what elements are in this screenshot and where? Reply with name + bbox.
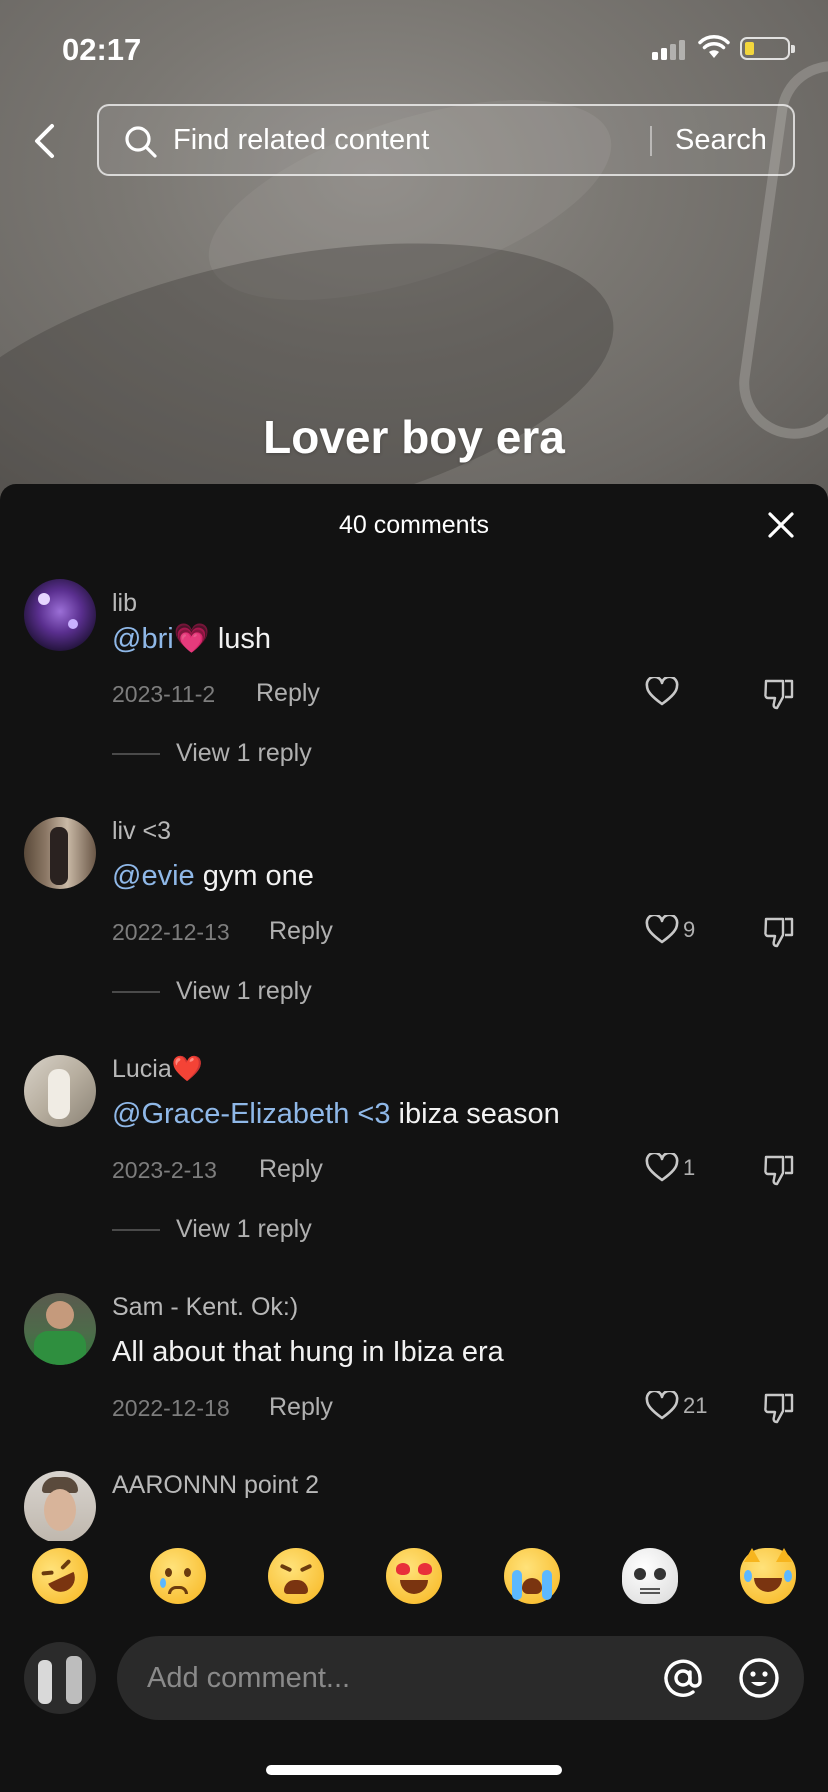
reply-button[interactable]: Reply (269, 1393, 333, 1422)
heart-outline-icon (645, 1391, 679, 1420)
search-icon (125, 126, 157, 158)
comment-date: 2022-12-18 (112, 1395, 230, 1421)
search-divider (650, 126, 652, 156)
red-heart-emoji: ❤️ (171, 1055, 203, 1083)
like-count: 1 (683, 1155, 696, 1180)
view-replies-button[interactable]: View 1 reply (112, 739, 312, 768)
comment-input-row (0, 1636, 828, 1720)
avatar[interactable] (24, 1055, 96, 1127)
comment-text: @evie gym one (112, 860, 314, 893)
comment-body: gym one (194, 860, 314, 892)
comment-date: 2022-12-13 (112, 919, 230, 945)
battery-icon (740, 37, 795, 60)
comment-mention[interactable]: @Grace-Elizabeth <3 (112, 1098, 391, 1130)
heart-outline-icon (645, 915, 679, 944)
comment-username[interactable]: lib (112, 589, 137, 618)
thumbs-down-icon[interactable] (763, 915, 795, 949)
comment-item: Lucia❤️ @Grace-Elizabeth <3 ibiza season… (0, 1055, 828, 1255)
comment-mention[interactable]: @bri (112, 623, 174, 655)
loudly-crying-emoji[interactable] (504, 1548, 560, 1604)
comment-username[interactable]: AARONNN point 2 (112, 1471, 319, 1500)
thumbs-down-icon[interactable] (763, 1391, 795, 1425)
comments-count-title: 40 comments (338, 511, 490, 539)
comment-text: @bri💗 lush (112, 622, 271, 656)
heart-outline-icon (645, 1153, 679, 1182)
quick-emoji-row (0, 1538, 828, 1614)
chevron-left-icon (35, 124, 54, 158)
avatar[interactable] (24, 817, 96, 889)
like-count: 9 (683, 917, 696, 942)
comment-item: lib @bri💗 lush 2023-11-2 Reply View 1 re… (0, 579, 828, 779)
reply-button[interactable]: Reply (256, 679, 320, 708)
rolling-laughing-emoji[interactable] (22, 1538, 98, 1614)
tired-face-emoji[interactable] (268, 1548, 324, 1604)
thumbs-down-icon[interactable] (763, 1153, 795, 1187)
comment-body: lush (209, 623, 272, 655)
comment-username[interactable]: Sam - Kent. Ok:) (112, 1293, 298, 1322)
heart-outline-icon (645, 677, 679, 706)
comment-date: 2023-11-2 (112, 681, 216, 707)
comment-mention[interactable]: @evie (112, 860, 195, 892)
comment-item: AARONNN point 2 (0, 1471, 828, 1541)
home-indicator[interactable] (266, 1765, 562, 1775)
search-button[interactable]: Search (675, 124, 767, 157)
reply-button[interactable]: Reply (269, 917, 333, 946)
comment-item: liv <3 @evie gym one 2022-12-13 Reply 9 … (0, 817, 828, 1017)
view-replies-button[interactable]: View 1 reply (112, 1215, 312, 1244)
like-button[interactable]: 1 (645, 1153, 695, 1183)
like-count: 21 (683, 1393, 708, 1418)
wifi-icon (698, 35, 730, 58)
close-icon[interactable] (766, 510, 796, 540)
comment-body: ibiza season (390, 1098, 560, 1130)
heart-emoji: 💗 (173, 623, 210, 655)
mention-at-icon[interactable] (661, 1656, 705, 1700)
view-replies-button[interactable]: View 1 reply (112, 977, 312, 1006)
heart-eyes-emoji[interactable] (386, 1548, 442, 1604)
search-bar[interactable]: Find related content Search (97, 104, 795, 176)
search-placeholder: Find related content (173, 124, 430, 156)
like-button[interactable]: 9 (645, 915, 695, 945)
video-caption: Lover boy era (263, 411, 565, 463)
comment-username[interactable]: Lucia❤️ (112, 1055, 203, 1084)
avatar[interactable] (24, 579, 96, 651)
comment-text: @Grace-Elizabeth <3 ibiza season (112, 1098, 560, 1131)
avatar[interactable] (24, 1293, 96, 1365)
current-user-avatar[interactable] (24, 1642, 96, 1714)
back-button[interactable] (24, 118, 64, 164)
comment-item: Sam - Kent. Ok:) All about that hung in … (0, 1293, 828, 1443)
status-bar: 02:17 (0, 0, 828, 100)
cellular-signal-icon (652, 40, 685, 60)
thumbs-down-icon[interactable] (763, 677, 795, 711)
status-time: 02:17 (62, 32, 142, 67)
cat-joy-emoji[interactable] (740, 1548, 796, 1604)
avatar[interactable] (24, 1471, 96, 1541)
emoji-picker-icon[interactable] (737, 1656, 781, 1700)
reply-button[interactable]: Reply (259, 1155, 323, 1184)
comment-date: 2023-2-13 (112, 1157, 217, 1183)
like-button[interactable] (645, 677, 683, 707)
crying-emoji[interactable] (150, 1548, 206, 1604)
like-button[interactable]: 21 (645, 1391, 707, 1421)
comment-text: All about that hung in Ibiza era (112, 1336, 504, 1368)
skull-emoji[interactable] (622, 1548, 678, 1604)
comment-username[interactable]: liv <3 (112, 817, 171, 846)
